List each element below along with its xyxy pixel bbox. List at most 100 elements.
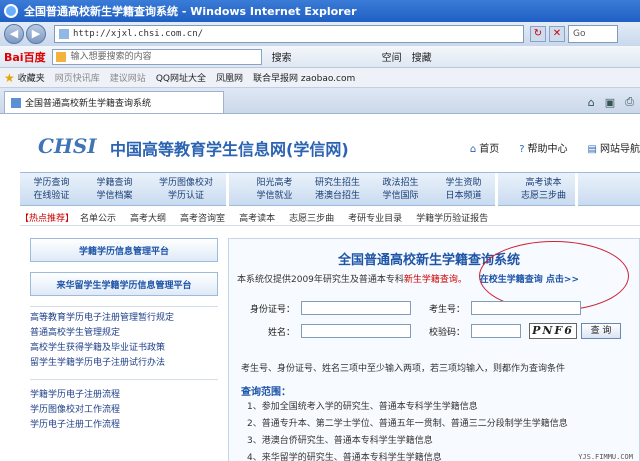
hot-label: 【热点推荐】 — [20, 214, 75, 224]
scope-list: 1、参加全国统考入学的研究生、普通本专科学生学籍信息 2、普通专升本、第二学士学… — [247, 399, 568, 461]
hot-links-bar: 【热点推荐】 名单公示 高考大纲 高考咨询室 高考读本 志愿三步曲 考研专业目录… — [20, 210, 640, 226]
window-title: 全国普通高校新生学籍查询系统 - Windows Internet Explor… — [24, 5, 357, 18]
fav-link-ifeng[interactable]: 凤凰网 — [216, 71, 243, 84]
hot-link[interactable]: 考研专业目录 — [348, 211, 402, 224]
sitemap-icon: ▤ — [587, 144, 597, 155]
nav-group-3: 高考读本 志愿三步曲 — [512, 173, 578, 207]
hot-link[interactable]: 高考大纲 — [130, 211, 166, 224]
window-titlebar: 全国普通高校新生学籍查询系统 - Windows Internet Explor… — [0, 0, 640, 22]
baidu-favorites-button[interactable]: 搜藏 — [412, 49, 432, 64]
sitemap-link[interactable]: ▤ 网站导航 — [588, 140, 640, 155]
list-item[interactable]: 高校学生获得学籍及毕业证书政策 — [30, 341, 218, 356]
fav-link-suggested[interactable]: 建议网站 — [110, 71, 146, 84]
nav-item[interactable]: 学生资助 日本频道 — [432, 173, 495, 207]
code-label: 校验码： — [428, 327, 465, 338]
tab-row: 全国普通高校新生学籍查询系统 ⌂ ▣ ⎙ — [0, 88, 640, 114]
scope-item: 3、港澳台侨研究生、普通本专科学生学籍信息 — [247, 436, 433, 446]
baidu-toolbar: Bai百度 输入想要搜索的内容 搜索 空间 搜藏 — [0, 46, 640, 68]
platform-box-1[interactable]: 学籍学历信息管理平台 — [30, 238, 218, 262]
scope-item: 2、普通专升本、第二学士学位、普通五年一贯制、普通三二分段制学生学籍信息 — [247, 419, 568, 429]
top-links: ⌂ 首页 ? 帮助中心 ▤ 网站导航 — [450, 140, 640, 155]
list-item[interactable]: 学历电子注册工作流程 — [30, 418, 218, 433]
name-input[interactable] — [301, 324, 411, 338]
query-hint: 考生号、身份证号、姓名三项中至少输入两项，若三项均输入，则都作为查询条件 — [241, 364, 566, 374]
url-field[interactable]: http://xjxl.chsi.com.cn/ — [54, 25, 524, 43]
nav-item[interactable]: 研究生招生 港澳台招生 — [306, 173, 369, 207]
nav-item[interactable]: 高考读本 志愿三步曲 — [512, 173, 575, 207]
main-nav: 学历查询 在线验证 学籍查询 学信档案 学历图像校对 学历认证 阳光高考 学信就业 研究… — [20, 172, 640, 207]
home-icon[interactable]: ⌂ — [588, 96, 595, 109]
nav-item[interactable]: 政法招生 学信国际 — [369, 173, 432, 207]
baidu-search-placeholder: 输入想要搜索的内容 — [70, 51, 152, 62]
help-link[interactable]: ? 帮助中心 — [519, 140, 567, 155]
nav-group-2: 阳光高考 学信就业 研究生招生 港澳台招生 政法招生 学信国际 学生资助 日本频道 — [243, 173, 498, 207]
fav-link-zaobao[interactable]: 联合早报网 zaobao.com — [253, 71, 355, 84]
stop-icon[interactable]: ✕ — [549, 26, 565, 42]
fav-link-webslice[interactable]: 网页快讯库 — [55, 71, 100, 84]
web-page: CHSI 中国高等教育学生信息网(学信网) ⌂ 首页 ? 帮助中心 ▤ 网站导航 学历… — [0, 114, 640, 461]
command-bar: ⌂ ▣ ⎙ — [578, 95, 640, 113]
list-item[interactable]: 学籍学历电子注册流程 — [30, 388, 218, 403]
left-sidebar: 学籍学历信息管理平台 来华留学生学籍学历信息管理平台 高等教育学历电子注册管理暂… — [30, 238, 218, 433]
list-item[interactable]: 高等教育学历电子注册管理暂行规定 — [30, 311, 218, 326]
site-title: 中国高等教育学生信息网(学信网) — [110, 140, 349, 159]
site-logo[interactable]: CHSI — [38, 134, 97, 158]
name-label: 姓名： — [267, 327, 295, 338]
platform-box-2[interactable]: 来华留学生学籍学历信息管理平台 — [30, 272, 218, 296]
query-button[interactable]: 查 询 — [581, 323, 621, 339]
scope-item: 4、来华留学的研究生、普通本专科学生学籍信息 — [247, 453, 442, 461]
exam-number-input[interactable] — [471, 301, 581, 315]
baidu-search-input[interactable]: 输入想要搜索的内容 — [51, 48, 262, 65]
hot-link[interactable]: 高考读本 — [239, 211, 275, 224]
watermark: YJS.FIMMU.COM — [578, 453, 633, 461]
print-icon[interactable]: ⎙ — [625, 95, 634, 109]
process-list: 学籍学历电子注册流程 学历图像校对工作流程 学历电子注册工作流程 — [30, 379, 218, 433]
verify-code-input[interactable] — [471, 324, 521, 338]
nav-item[interactable]: 阳光高考 学信就业 — [243, 173, 306, 207]
scope-heading: 查询范围： — [241, 387, 291, 398]
form-row-1: 身份证号： 考生号： — [229, 301, 581, 315]
search-field[interactable]: Go — [568, 25, 618, 43]
tab-active[interactable]: 全国普通高校新生学籍查询系统 — [4, 91, 224, 113]
nav-item[interactable]: 学籍查询 学信档案 — [83, 173, 146, 207]
list-item[interactable]: 普通高校学生管理规定 — [30, 326, 218, 341]
list-item[interactable]: 留学生学籍学历电子注册试行办法 — [30, 356, 218, 371]
desc-text: 本系统仅提供2009年研究生及普通本专科 — [237, 275, 404, 285]
id-label: 身份证号： — [249, 304, 295, 315]
form-row-2: 姓名： 校验码： PNF6 查 询 — [229, 323, 621, 339]
captcha-image[interactable]: PNF6 — [529, 323, 577, 339]
house-icon: ⌂ — [469, 144, 477, 155]
home-link[interactable]: ⌂ 首页 — [470, 140, 499, 155]
baidu-search-button[interactable]: 搜索 — [272, 49, 292, 64]
help-icon: ? — [519, 144, 525, 155]
baidu-space-button[interactable]: 空间 — [382, 49, 402, 64]
fav-link-qq[interactable]: QQ网址大全 — [156, 71, 206, 84]
query-panel: 全国普通高校新生学籍查询系统 本系统仅提供2009年研究生及普通本专科新生学籍查… — [228, 238, 640, 461]
hot-link[interactable]: 志愿三步曲 — [289, 211, 334, 224]
favorites-bar: ★ 收藏夹 网页快讯库 建议网站 QQ网址大全 凤凰网 联合早报网 zaobao… — [0, 68, 640, 88]
nav-item[interactable]: 学历图像校对 学历认证 — [146, 173, 226, 207]
id-number-input[interactable] — [301, 301, 411, 315]
policy-list: 高等教育学历电子注册管理暂行规定 普通高校学生管理规定 高校学生获得学籍及毕业证… — [30, 306, 218, 371]
hot-link[interactable]: 高考咨询室 — [180, 211, 225, 224]
tab-favicon — [11, 97, 21, 108]
address-bar: ◀ ▶ http://xjxl.chsi.com.cn/ ↻ ✕ Go — [0, 22, 640, 46]
hot-link[interactable]: 学籍学历验证报告 — [416, 211, 488, 224]
nav-item[interactable]: 学历查询 在线验证 — [20, 173, 83, 207]
hot-link[interactable]: 名单公示 — [80, 211, 116, 224]
back-icon[interactable]: ◀ — [4, 24, 24, 44]
forward-icon[interactable]: ▶ — [26, 24, 46, 44]
baidu-input-icon — [55, 51, 66, 62]
scope-item: 1、参加全国统考入学的研究生、普通本专科学生学籍信息 — [247, 402, 478, 412]
desc-highlight: 新生学籍查询。 — [403, 275, 467, 285]
refresh-icon[interactable]: ↻ — [530, 26, 546, 42]
ie-icon — [4, 4, 18, 18]
url-text: http://xjxl.chsi.com.cn/ — [73, 29, 204, 39]
tab-title: 全国普通高校新生学籍查询系统 — [25, 99, 152, 109]
exam-label: 考生号： — [428, 304, 465, 315]
nav-group-1: 学历查询 在线验证 学籍查询 学信档案 学历图像校对 学历认证 — [20, 173, 229, 207]
feeds-icon[interactable]: ▣ — [605, 96, 615, 109]
favorites-label[interactable]: 收藏夹 — [18, 71, 45, 84]
list-item[interactable]: 学历图像校对工作流程 — [30, 403, 218, 418]
page-icon — [59, 29, 69, 39]
